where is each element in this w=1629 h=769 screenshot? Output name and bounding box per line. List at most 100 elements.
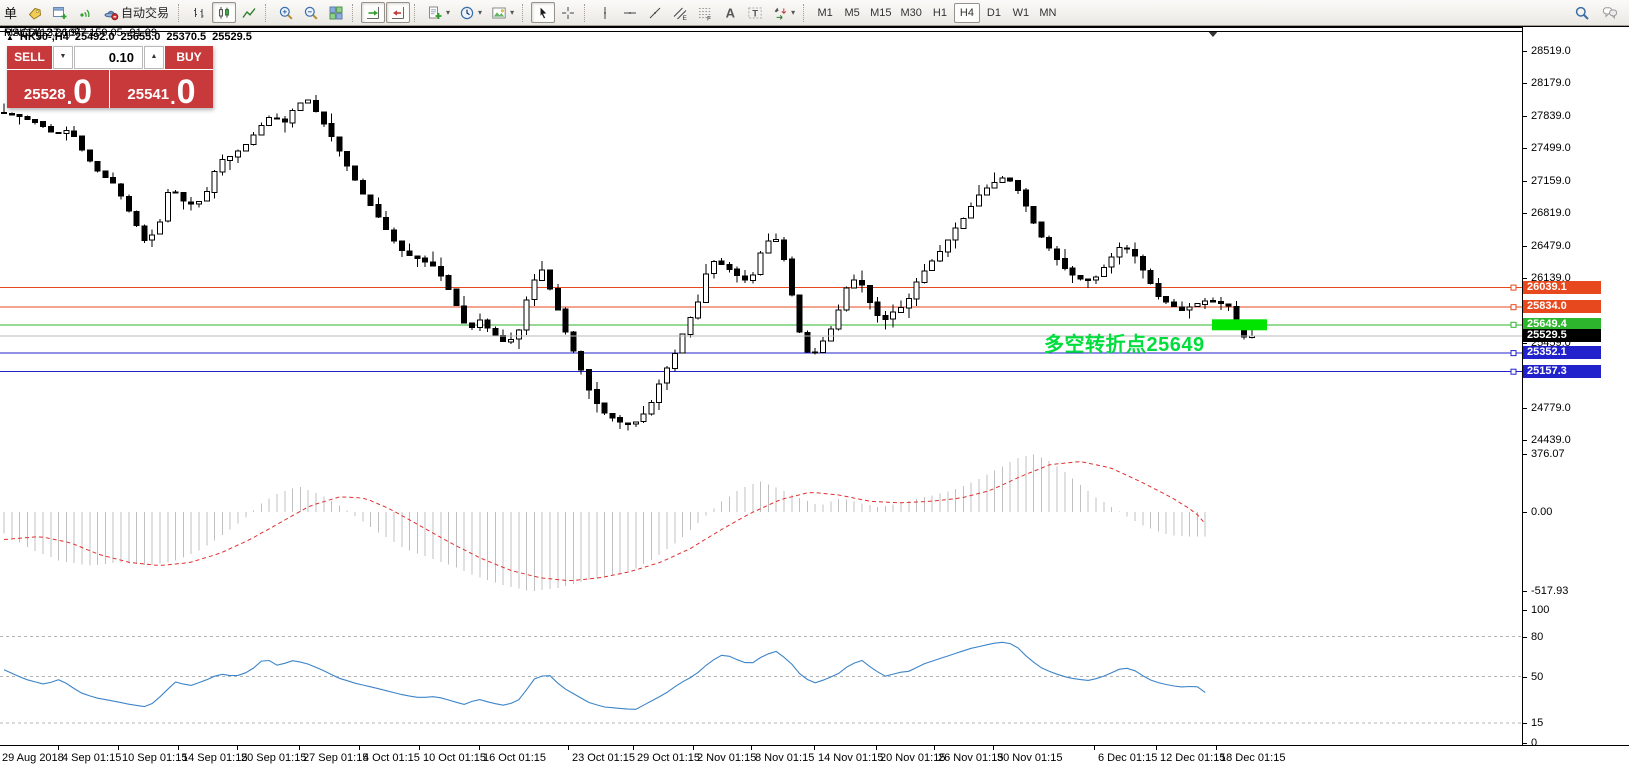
date-label: 20 Sep 01:15 [241,752,306,764]
arrows-button[interactable]: ▾ [768,2,799,23]
crosshair-button[interactable] [556,2,580,23]
time-axis-tick [568,746,569,750]
price-axis[interactable]: 28519.028179.027839.027499.027159.026819… [1522,27,1629,745]
main-chart-canvas[interactable] [0,27,1522,433]
indicators-dropdown-icon[interactable]: ▾ [446,8,450,17]
line-anchor-marker[interactable] [1511,305,1516,310]
rsi-canvas[interactable] [0,604,1522,745]
axis-tick [1523,213,1527,214]
cursor-button[interactable] [531,2,555,23]
sell-price-pips: 0 [73,79,92,106]
tf-h4-button[interactable]: H4 [954,3,980,23]
sell-button[interactable]: SELL [7,46,52,69]
periods-button[interactable]: ▾ [455,2,486,23]
signals-icon [77,5,93,21]
candlestick-chart-button[interactable] [212,2,236,23]
ohlc-low: 25370.5 [166,31,206,43]
indicators-button[interactable]: ▾ [423,2,454,23]
axis-tick [1523,440,1527,441]
line-anchor-marker[interactable] [1511,285,1516,290]
trend-line-button[interactable] [643,2,667,23]
auto-scroll-button[interactable] [361,2,385,23]
text-label-button[interactable]: T [743,2,767,23]
svg-text:T: T [752,8,758,19]
axis-tick [1523,591,1527,592]
date-label: 27 Sep 01:15 [303,752,368,764]
line-chart-button[interactable] [237,2,261,23]
tf-w1-button[interactable]: W1 [1008,3,1034,23]
templates-button[interactable]: ▾ [487,2,518,23]
axis-tick [1523,343,1527,344]
date-label: 14 Nov 01:15 [818,752,883,764]
axis-tick [1523,677,1527,678]
line-anchor-marker[interactable] [1511,369,1516,374]
volume-increase-button[interactable]: ▲ [144,46,164,69]
macd-canvas[interactable] [0,438,1522,599]
sell-price-button[interactable]: 25528.0 [7,70,109,108]
zoom-out-button[interactable] [299,2,323,23]
toolbar-separator [584,4,589,22]
tile-windows-icon [328,5,344,21]
axis-tick [1523,181,1527,182]
periods-dropdown-icon[interactable]: ▾ [478,8,482,17]
text-button[interactable]: A [718,2,742,23]
tf-m5-button[interactable]: M5 [839,3,865,23]
new-chart-button[interactable] [48,2,72,23]
line-anchor-marker[interactable] [1511,351,1516,356]
menu-fragment[interactable]: 单 [4,3,17,22]
time-axis-tick [876,746,877,750]
date-label: 23 Oct 01:15 [572,752,635,764]
time-axis-tick [934,746,935,750]
tf-h1-button[interactable]: H1 [927,3,953,23]
equidistant-channel-button[interactable]: E [668,2,692,23]
collapse-panel-icon[interactable]: ▲ [6,31,14,43]
search-icon [1574,5,1590,21]
zoom-in-button[interactable] [274,2,298,23]
buy-button[interactable]: BUY [165,46,213,69]
new-order-button[interactable] [23,2,47,23]
date-label: 2 Nov 01:15 [697,752,756,764]
date-label: 10 Oct 01:15 [423,752,486,764]
sell-price-dot: . [67,90,73,106]
fibonacci-button[interactable]: F [693,2,717,23]
bar-chart-button[interactable] [187,2,211,23]
date-label: 14 Sep 01:15 [182,752,247,764]
vertical-line-button[interactable] [593,2,617,23]
tf-d1-button[interactable]: D1 [981,3,1007,23]
toolbar-separator [522,4,527,22]
line-anchor-marker[interactable] [1511,322,1516,327]
zoom-in-icon [278,5,294,21]
signals-button[interactable] [73,2,97,23]
volume-input[interactable] [74,46,143,69]
tf-m15-button[interactable]: M15 [866,3,895,23]
date-label: 18 Dec 01:15 [1220,752,1285,764]
volume-decrease-button[interactable]: ▼ [53,46,73,69]
price-tick-label: 28179.0 [1531,77,1571,89]
tile-windows-button[interactable] [324,2,348,23]
tf-m1-button[interactable]: M1 [812,3,838,23]
svg-text:E: E [683,15,688,21]
buy-price-figure: 25541 [127,87,169,102]
toolbar-separator [414,4,419,22]
templates-dropdown-icon[interactable]: ▾ [510,8,514,17]
tf-mn-button[interactable]: MN [1035,3,1061,23]
price-tick-label: 26819.0 [1531,207,1571,219]
buy-price-pips: 0 [177,79,196,106]
time-axis-tick [118,746,119,750]
tf-m30-button[interactable]: M30 [897,3,926,23]
time-axis-tick [419,746,420,750]
time-axis[interactable]: 29 Aug 20184 Sep 01:1510 Sep 01:1514 Sep… [0,745,1629,769]
buy-price-button[interactable]: 25541.0 [110,70,213,108]
indicators-icon [427,5,443,21]
chat-button[interactable] [1598,2,1622,23]
horizontal-line-button[interactable] [618,2,642,23]
axis-tick [1523,246,1527,247]
date-label: 29 Oct 01:15 [637,752,700,764]
chart-shift-button[interactable] [386,2,410,23]
ohlc-open: 25492.0 [75,31,115,43]
axis-tick [1523,116,1527,117]
symbol-header: ▲ HK50-,H4 25492.0 25655.0 25370.5 25529… [6,31,252,43]
arrows-dropdown-icon[interactable]: ▾ [791,8,795,17]
autotrading-button[interactable]: 自动交易 [98,2,174,23]
search-button[interactable] [1570,2,1594,23]
